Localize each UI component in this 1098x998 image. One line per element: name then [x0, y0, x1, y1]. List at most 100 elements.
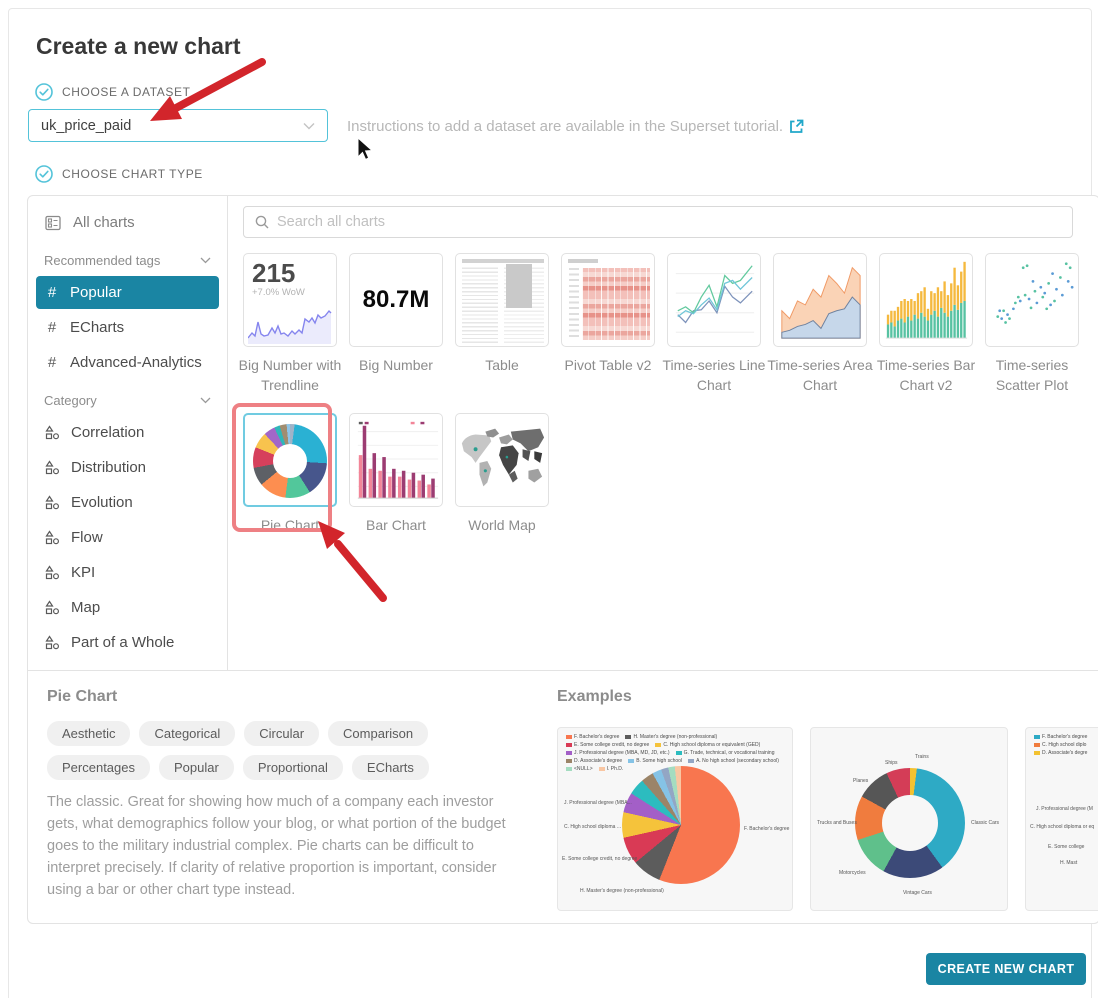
chart-details-panel: Pie Chart Aesthetic Categorical Circular…	[28, 670, 1098, 923]
chart-card-ts-scatter[interactable]: Time-series Scatter Plot	[985, 253, 1079, 396]
donut-graphic	[253, 424, 327, 498]
sidebar-section-recommended-tags[interactable]: Recommended tags	[28, 241, 227, 274]
tag-aesthetic[interactable]: Aesthetic	[47, 721, 130, 746]
recommended-tags-label: Recommended tags	[44, 253, 160, 268]
chart-card-label: Pivot Table v2	[554, 355, 662, 375]
chart-card-pie[interactable]: Pie Chart	[243, 413, 337, 535]
chart-card-ts-area[interactable]: Time-series Area Chart	[773, 253, 867, 396]
chart-card-big-number-trendline[interactable]: 215 +7.0% WoW Big Number with Trendline	[243, 253, 337, 396]
tag-circular[interactable]: Circular	[244, 721, 319, 746]
example-pie-image: F. Bachelor's degree H. Master's degree …	[557, 727, 793, 911]
chart-card-big-number[interactable]: 80.7M Big Number	[349, 253, 443, 375]
big-number-thumbnail: 80.7M	[349, 253, 443, 347]
sidebar-item-label: Correlation	[71, 424, 144, 441]
chart-card-world-map[interactable]: World Map	[455, 413, 549, 535]
check-circle-icon	[35, 165, 53, 183]
examples-row: F. Bachelor's degree H. Master's degree …	[557, 727, 1098, 911]
world-map-thumbnail	[455, 413, 549, 507]
big-number-value: 80.7M	[350, 254, 442, 346]
bar-chart-v2-thumbnail	[879, 253, 973, 347]
tag-percentages[interactable]: Percentages	[47, 755, 150, 780]
sidebar-item-label: Advanced-Analytics	[70, 354, 202, 371]
chart-card-label: Pie Chart	[236, 515, 344, 535]
bar-chart-thumbnail	[349, 413, 443, 507]
sidebar-item-popular[interactable]: # Popular	[36, 276, 219, 309]
chart-card-label: Time-series Area Chart	[766, 355, 874, 396]
sidebar-item-part-of-a-whole[interactable]: Part of a Whole	[36, 626, 219, 659]
category-icon	[45, 495, 60, 510]
search-icon	[255, 215, 269, 229]
sidebar-item-flow[interactable]: Flow	[36, 521, 219, 554]
chart-card-label: Time-series Scatter Plot	[978, 355, 1086, 396]
sidebar-item-map[interactable]: Map	[36, 591, 219, 624]
chevron-down-icon	[200, 257, 211, 264]
tag-popular[interactable]: Popular	[159, 755, 234, 780]
chart-card-ts-line[interactable]: Time-series Line Chart	[667, 253, 761, 396]
chart-card-label: Time-series Line Chart	[660, 355, 768, 396]
hash-icon: #	[45, 354, 59, 371]
pivot-table-thumbnail	[561, 253, 655, 347]
search-input[interactable]	[277, 214, 1061, 230]
chart-card-table[interactable]: Table	[455, 253, 549, 375]
sidebar-item-label: Part of a Whole	[71, 634, 174, 651]
chart-card-label: Bar Chart	[342, 515, 450, 535]
external-link-icon[interactable]	[789, 119, 804, 134]
category-icon	[45, 530, 60, 545]
chart-card-label: World Map	[448, 515, 556, 535]
tag-echarts[interactable]: ECharts	[352, 755, 429, 780]
create-new-chart-button[interactable]: CREATE NEW CHART	[926, 953, 1086, 985]
tag-comparison[interactable]: Comparison	[328, 721, 428, 746]
page-container: Create a new chart CHOOSE A DATASET uk_p…	[8, 8, 1092, 998]
dataset-select-value: uk_price_paid	[41, 118, 131, 134]
chart-card-label: Time-series Bar Chart v2	[872, 355, 980, 396]
tag-proportional[interactable]: Proportional	[243, 755, 343, 780]
chart-card-pivot-table[interactable]: Pivot Table v2	[561, 253, 655, 375]
category-icon	[45, 600, 60, 615]
chart-card-bar[interactable]: Bar Chart	[349, 413, 443, 535]
sidebar-item-distribution[interactable]: Distribution	[36, 451, 219, 484]
search-charts-box[interactable]	[243, 206, 1073, 238]
chart-card-label: Table	[448, 355, 556, 375]
chart-tags: Aesthetic Categorical Circular Compariso…	[47, 721, 527, 780]
chevron-down-icon	[200, 397, 211, 404]
big-number-value: 215	[244, 254, 336, 287]
category-icon	[45, 635, 60, 650]
example-pie-image-clipped: F. Bachelor's degree C. High school dipl…	[1025, 727, 1098, 911]
dataset-instructions: Instructions to add a dataset are availa…	[347, 118, 804, 135]
example-legend: F. Bachelor's degree C. High school dipl…	[1034, 734, 1098, 756]
sidebar-item-advanced-analytics[interactable]: # Advanced-Analytics	[36, 346, 219, 379]
table-thumbnail	[455, 253, 549, 347]
sidebar-item-kpi[interactable]: KPI	[36, 556, 219, 589]
example-pie-graphic	[622, 766, 740, 884]
chart-type-panel: All charts Recommended tags # Popular # …	[27, 195, 1098, 924]
dataset-select[interactable]: uk_price_paid	[28, 109, 328, 142]
category-icon	[45, 565, 60, 580]
all-charts-label: All charts	[73, 214, 135, 231]
sidebar-item-correlation[interactable]: Correlation	[36, 416, 219, 449]
category-label: Category	[44, 393, 97, 408]
chart-card-label: Big Number with Trendline	[236, 355, 344, 396]
tag-categorical[interactable]: Categorical	[139, 721, 235, 746]
example-donut-image: Trains Ships Planes Trucks and Buses Mot…	[810, 727, 1008, 911]
chart-card-ts-bar[interactable]: Time-series Bar Chart v2	[879, 253, 973, 396]
sidebar-item-echarts[interactable]: # ECharts	[36, 311, 219, 344]
sidebar-item-label: ECharts	[70, 319, 124, 336]
choose-chart-type-label: CHOOSE CHART TYPE	[62, 167, 203, 181]
pie-chart-thumbnail	[243, 413, 337, 507]
page-title: Create a new chart	[36, 33, 241, 60]
sidebar-item-all-charts[interactable]: All charts	[28, 204, 227, 241]
dataset-instructions-text: Instructions to add a dataset are availa…	[347, 118, 783, 135]
sidebar-item-label: Popular	[70, 284, 122, 301]
example-donut-graphic	[855, 768, 965, 878]
ballot-icon	[45, 215, 61, 231]
hash-icon: #	[45, 284, 59, 301]
sidebar-item-evolution[interactable]: Evolution	[36, 486, 219, 519]
sidebar-section-category[interactable]: Category	[28, 381, 227, 414]
hash-icon: #	[45, 319, 59, 336]
sidebar-item-label: Map	[71, 599, 100, 616]
big-number-trendline-thumbnail: 215 +7.0% WoW	[243, 253, 337, 347]
choose-dataset-label: CHOOSE A DATASET	[62, 85, 191, 99]
big-number-sub: +7.0% WoW	[244, 287, 336, 298]
category-icon	[45, 425, 60, 440]
chart-card-label: Big Number	[342, 355, 450, 375]
